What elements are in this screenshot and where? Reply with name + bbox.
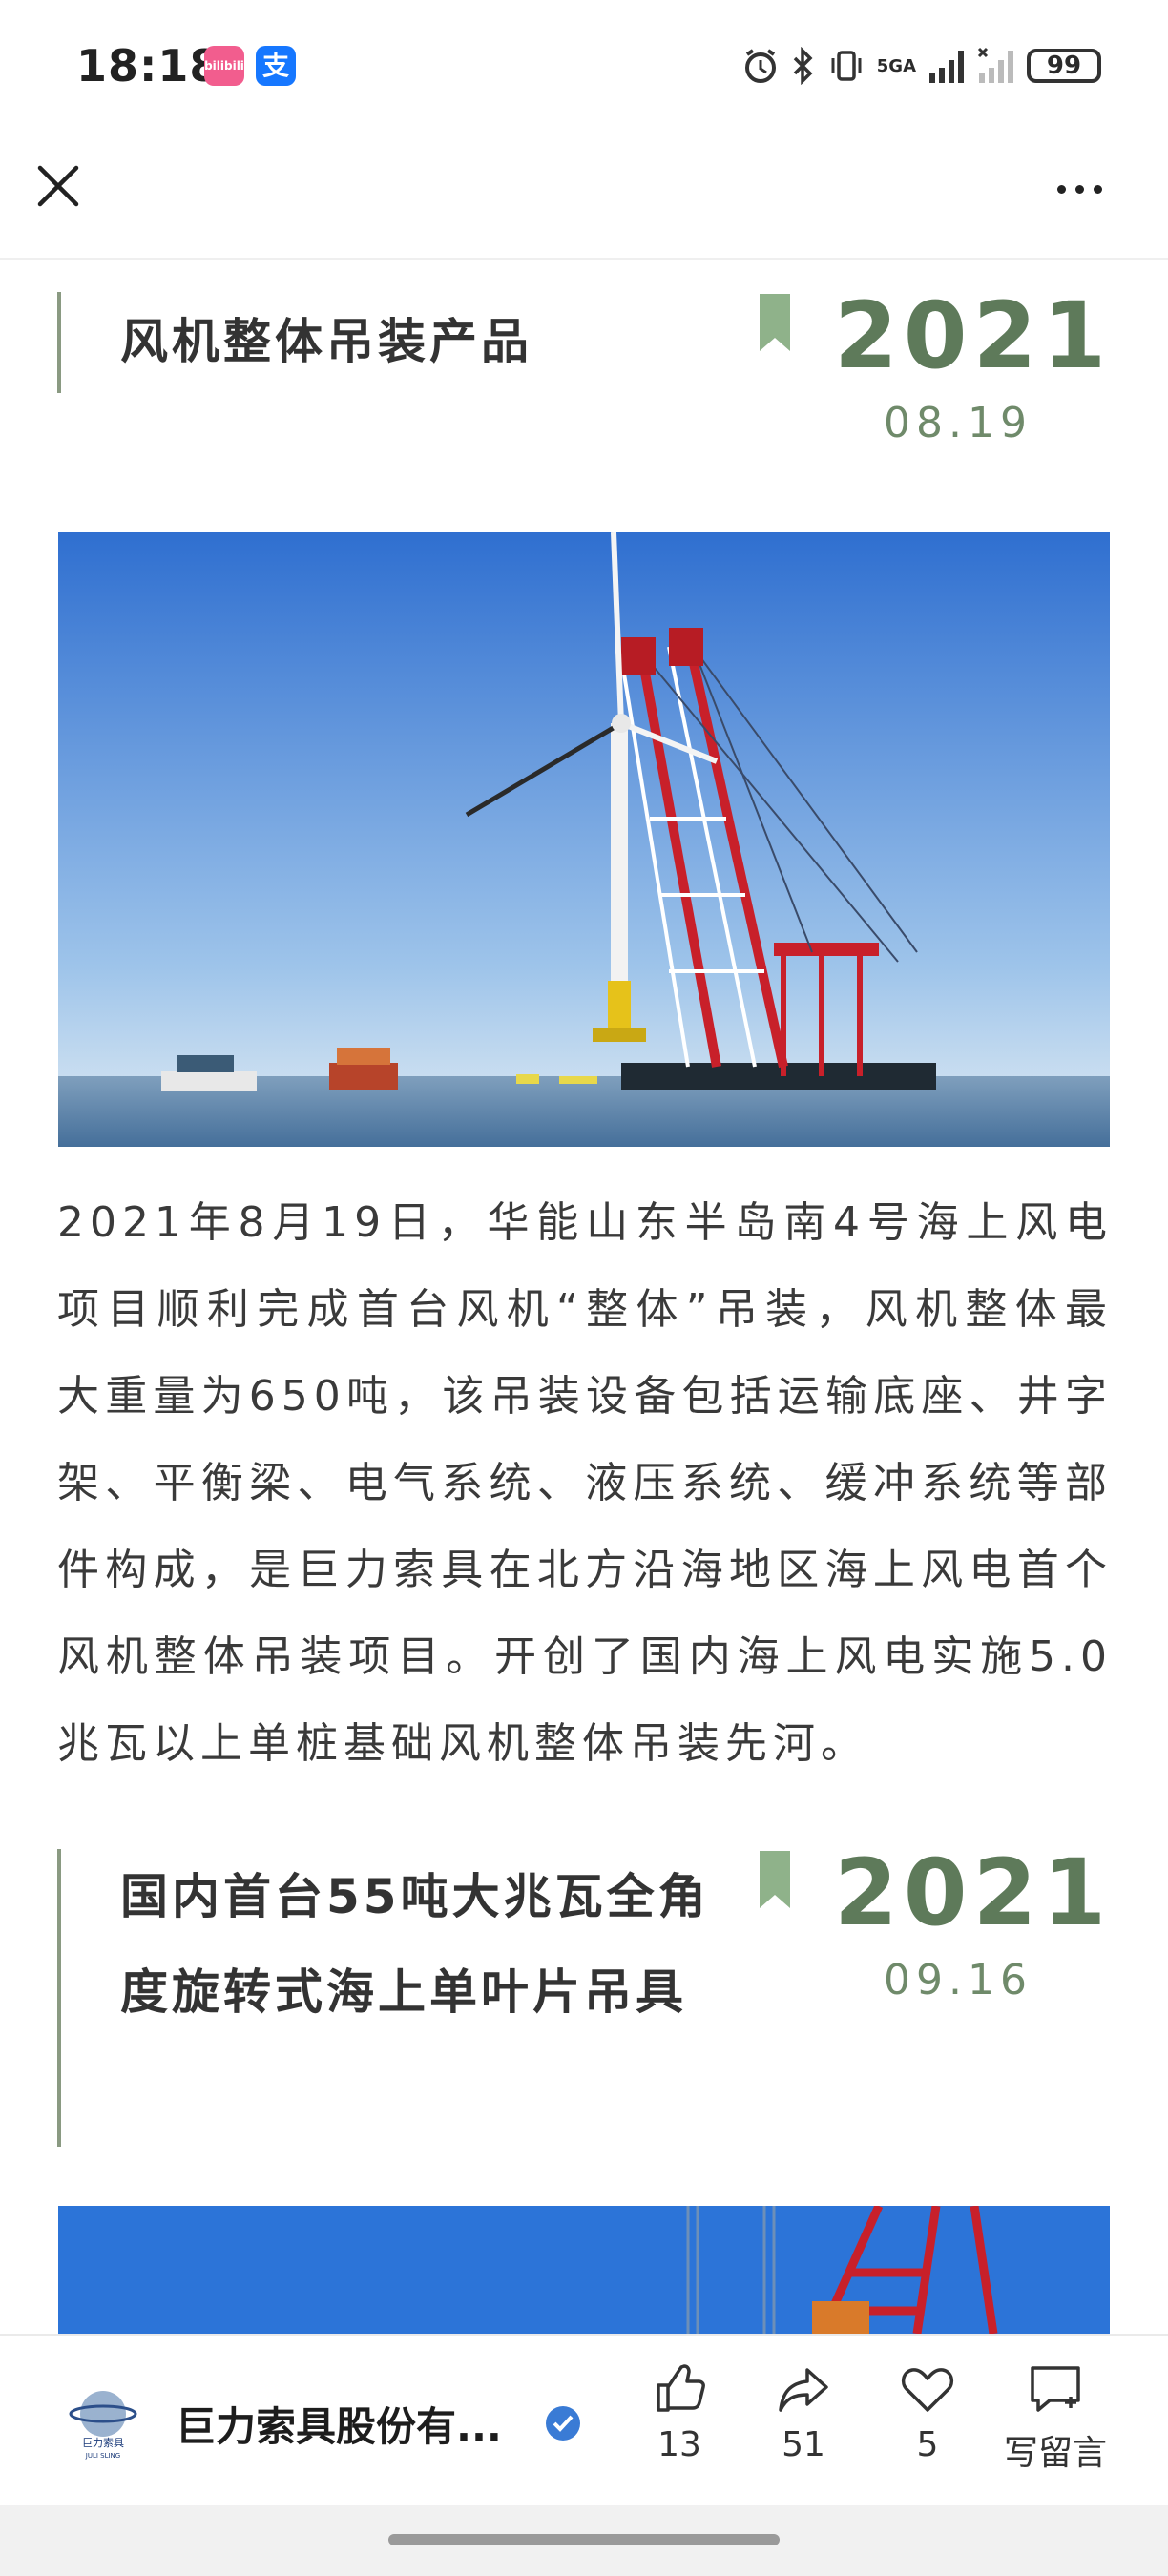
battery-icon: 99	[1027, 49, 1101, 83]
comment-label: 写留言	[1003, 2434, 1107, 2473]
signal-icon	[929, 51, 964, 83]
bilibili-icon: bilibili	[204, 46, 244, 86]
article-image-blade-lifter[interactable]	[58, 2206, 1110, 2334]
more-icon[interactable]	[1057, 185, 1102, 194]
comment-button[interactable]: 写留言	[998, 2360, 1113, 2475]
share-count: 51	[782, 2425, 825, 2464]
vibrate-icon	[831, 51, 862, 81]
share-icon	[779, 2368, 828, 2412]
article-image-crane-ship[interactable]	[58, 532, 1110, 1147]
section-divider	[57, 1849, 61, 2147]
nav-bar	[0, 134, 1168, 260]
section-title: 国内首台55吨大兆瓦全角度旋转式海上单叶片吊具	[120, 1869, 710, 2020]
svg-text:JULI SLING: JULI SLING	[85, 2452, 120, 2460]
alarm-icon	[744, 49, 776, 83]
status-bar: 18:18 bilibili 支 5GA 99	[0, 0, 1168, 134]
account-logo[interactable]: 巨力索具 JULI SLING	[63, 2379, 143, 2460]
bookmark-icon	[760, 1851, 790, 1908]
signal-2-icon	[977, 47, 1013, 83]
thumbs-up-icon	[657, 2364, 705, 2412]
section-divider	[57, 292, 61, 393]
status-indicators: 5GA 99	[741, 42, 1101, 90]
share-button[interactable]: 51	[746, 2360, 861, 2464]
alipay-icon: 支	[256, 46, 296, 86]
like-button[interactable]: 13	[622, 2360, 737, 2464]
section-header-2: 国内首台55吨大兆瓦全角度旋转式海上单叶片吊具 2021 09.16	[57, 1839, 1107, 2147]
heart-icon	[901, 2368, 954, 2412]
comment-icon	[1031, 2366, 1080, 2412]
close-icon[interactable]	[36, 164, 80, 208]
favorite-count: 5	[916, 2425, 939, 2464]
section-year: 2021	[834, 282, 1113, 389]
section-date: 09.16	[884, 1956, 1032, 2005]
section-date: 08.19	[884, 399, 1032, 447]
account-name[interactable]: 巨力索具股份有...	[176, 2395, 502, 2453]
network-type: 5GA	[876, 55, 916, 76]
battery-level: 99	[1046, 52, 1082, 80]
section-header-1: 风机整体吊装产品 2021 08.19	[57, 282, 1107, 447]
section-title: 风机整体吊装产品	[120, 314, 532, 369]
like-count: 13	[657, 2425, 701, 2464]
article-paragraph: 2021年8月19日，华能山东半岛南4号海上风电项目顺利完成首台风机“整体”吊装…	[57, 1198, 1113, 1768]
status-time: 18:18	[76, 40, 221, 92]
bookmark-icon	[760, 294, 790, 351]
bluetooth-icon	[793, 47, 813, 85]
favorite-button[interactable]: 5	[870, 2360, 985, 2464]
verified-icon	[546, 2406, 580, 2441]
section-year: 2021	[834, 1839, 1113, 1946]
home-indicator[interactable]	[388, 2534, 780, 2545]
svg-text:巨力索具: 巨力索具	[82, 2436, 124, 2449]
